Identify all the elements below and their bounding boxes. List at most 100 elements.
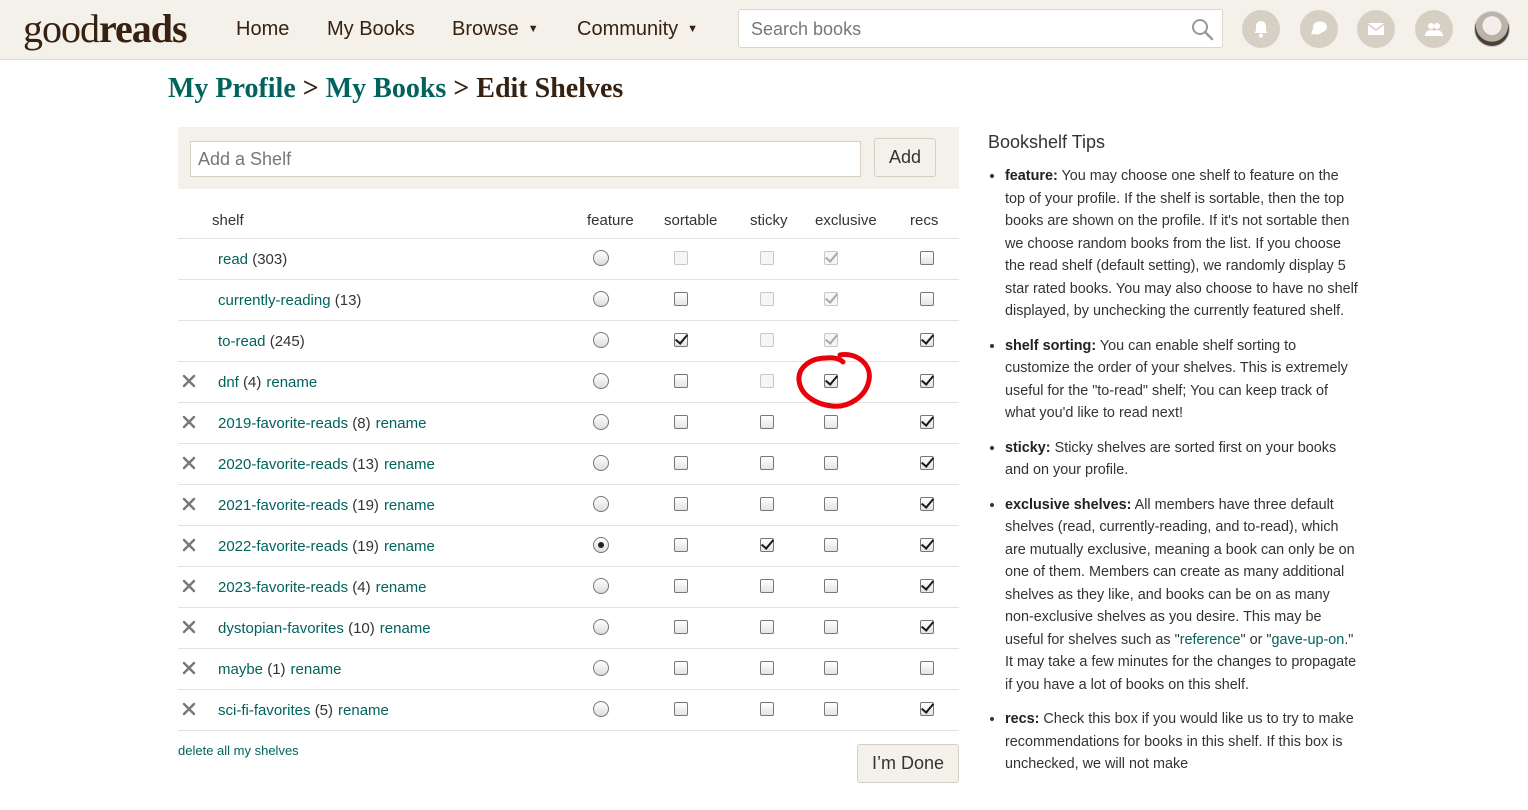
recs-checkbox[interactable] xyxy=(920,702,934,716)
rename-shelf-link[interactable]: rename xyxy=(384,497,435,514)
rename-shelf-link[interactable]: rename xyxy=(384,456,435,473)
exclusive-checkbox[interactable] xyxy=(824,415,838,429)
rename-shelf-link[interactable]: rename xyxy=(384,538,435,555)
delete-shelf-x-icon[interactable] xyxy=(181,619,197,635)
nav-browse[interactable]: Browse ▼ xyxy=(452,16,539,45)
recs-checkbox[interactable] xyxy=(920,579,934,593)
discussions-chat-icon[interactable] xyxy=(1300,10,1338,48)
shelf-link[interactable]: maybe xyxy=(218,661,263,678)
exclusive-checkbox[interactable] xyxy=(824,538,838,552)
sticky-checkbox[interactable] xyxy=(760,579,774,593)
sortable-checkbox[interactable] xyxy=(674,374,688,388)
shelf-link[interactable]: 2019-favorite-reads xyxy=(218,415,348,432)
feature-radio[interactable] xyxy=(593,619,609,635)
nav-community[interactable]: Community ▼ xyxy=(577,16,698,45)
goodreads-logo[interactable]: goodreads xyxy=(23,6,188,52)
breadcrumb-my-books-link[interactable]: My Books xyxy=(326,73,447,104)
rename-shelf-link[interactable]: rename xyxy=(376,579,427,596)
exclusive-checkbox[interactable] xyxy=(824,702,838,716)
sticky-checkbox[interactable] xyxy=(760,497,774,511)
recs-checkbox[interactable] xyxy=(920,292,934,306)
rename-shelf-link[interactable]: rename xyxy=(376,415,427,432)
exclusive-checkbox[interactable] xyxy=(824,374,838,388)
breadcrumb-my-profile-link[interactable]: My Profile xyxy=(168,73,296,104)
feature-radio[interactable] xyxy=(593,455,609,471)
delete-shelf-x-icon[interactable] xyxy=(181,660,197,676)
sticky-checkbox[interactable] xyxy=(760,620,774,634)
notifications-bell-icon[interactable] xyxy=(1242,10,1280,48)
exclusive-checkbox[interactable] xyxy=(824,456,838,470)
sticky-checkbox[interactable] xyxy=(760,702,774,716)
sortable-checkbox[interactable] xyxy=(674,415,688,429)
sortable-checkbox[interactable] xyxy=(674,497,688,511)
delete-shelf-x-icon[interactable] xyxy=(181,414,197,430)
recs-checkbox[interactable] xyxy=(920,374,934,388)
delete-shelf-x-icon[interactable] xyxy=(181,578,197,594)
sortable-checkbox[interactable] xyxy=(674,333,688,347)
delete-shelf-x-icon[interactable] xyxy=(181,373,197,389)
exclusive-checkbox[interactable] xyxy=(824,620,838,634)
recs-checkbox[interactable] xyxy=(920,497,934,511)
nav-home[interactable]: Home xyxy=(236,16,289,42)
sortable-checkbox[interactable] xyxy=(674,456,688,470)
sortable-checkbox[interactable] xyxy=(674,702,688,716)
sortable-checkbox[interactable] xyxy=(674,579,688,593)
feature-radio[interactable] xyxy=(593,496,609,512)
done-button[interactable]: I’m Done xyxy=(857,744,959,783)
shelf-link[interactable]: 2022-favorite-reads xyxy=(218,538,348,555)
rename-shelf-link[interactable]: rename xyxy=(380,620,431,637)
recs-checkbox[interactable] xyxy=(920,333,934,347)
delete-shelf-x-icon[interactable] xyxy=(181,537,197,553)
recs-checkbox[interactable] xyxy=(920,415,934,429)
add-shelf-input[interactable] xyxy=(190,141,861,177)
sticky-checkbox[interactable] xyxy=(760,415,774,429)
shelf-link[interactable]: 2021-favorite-reads xyxy=(218,497,348,514)
feature-radio[interactable] xyxy=(593,250,609,266)
gave-up-on-shelf-link[interactable]: gave-up-on xyxy=(1272,632,1345,648)
sortable-checkbox[interactable] xyxy=(674,620,688,634)
rename-shelf-link[interactable]: rename xyxy=(338,702,389,719)
rename-shelf-link[interactable]: rename xyxy=(291,661,342,678)
feature-radio[interactable] xyxy=(593,373,609,389)
feature-radio[interactable] xyxy=(593,291,609,307)
feature-radio[interactable] xyxy=(593,537,609,553)
feature-radio[interactable] xyxy=(593,660,609,676)
shelf-link[interactable]: to-read xyxy=(218,333,266,350)
friends-icon[interactable] xyxy=(1415,10,1453,48)
feature-radio[interactable] xyxy=(593,332,609,348)
feature-radio[interactable] xyxy=(593,578,609,594)
recs-checkbox[interactable] xyxy=(920,620,934,634)
nav-my-books[interactable]: My Books xyxy=(327,16,415,42)
sortable-checkbox[interactable] xyxy=(674,661,688,675)
shelf-link[interactable]: 2020-favorite-reads xyxy=(218,456,348,473)
sticky-checkbox[interactable] xyxy=(760,456,774,470)
sticky-checkbox[interactable] xyxy=(760,538,774,552)
shelf-link[interactable]: read xyxy=(218,251,248,268)
recs-checkbox[interactable] xyxy=(920,661,934,675)
search-icon[interactable] xyxy=(1190,17,1214,41)
shelf-link[interactable]: 2023-favorite-reads xyxy=(218,579,348,596)
search-input[interactable] xyxy=(749,18,1179,40)
shelf-link[interactable]: dnf xyxy=(218,374,239,391)
user-avatar[interactable] xyxy=(1474,11,1510,47)
recs-checkbox[interactable] xyxy=(920,538,934,552)
rename-shelf-link[interactable]: rename xyxy=(266,374,317,391)
delete-shelf-x-icon[interactable] xyxy=(181,455,197,471)
recs-checkbox[interactable] xyxy=(920,251,934,265)
reference-shelf-link[interactable]: reference xyxy=(1180,632,1241,648)
shelf-link[interactable]: sci-fi-favorites xyxy=(218,702,311,719)
shelf-link[interactable]: currently-reading xyxy=(218,292,331,309)
feature-radio[interactable] xyxy=(593,701,609,717)
delete-all-shelves-link[interactable]: delete all my shelves xyxy=(178,743,299,758)
delete-shelf-x-icon[interactable] xyxy=(181,496,197,512)
exclusive-checkbox[interactable] xyxy=(824,661,838,675)
exclusive-checkbox[interactable] xyxy=(824,497,838,511)
recs-checkbox[interactable] xyxy=(920,456,934,470)
sticky-checkbox[interactable] xyxy=(760,661,774,675)
feature-radio[interactable] xyxy=(593,414,609,430)
delete-shelf-x-icon[interactable] xyxy=(181,701,197,717)
add-shelf-button[interactable]: Add xyxy=(874,138,936,177)
sortable-checkbox[interactable] xyxy=(674,538,688,552)
shelf-link[interactable]: dystopian-favorites xyxy=(218,620,344,637)
sortable-checkbox[interactable] xyxy=(674,292,688,306)
